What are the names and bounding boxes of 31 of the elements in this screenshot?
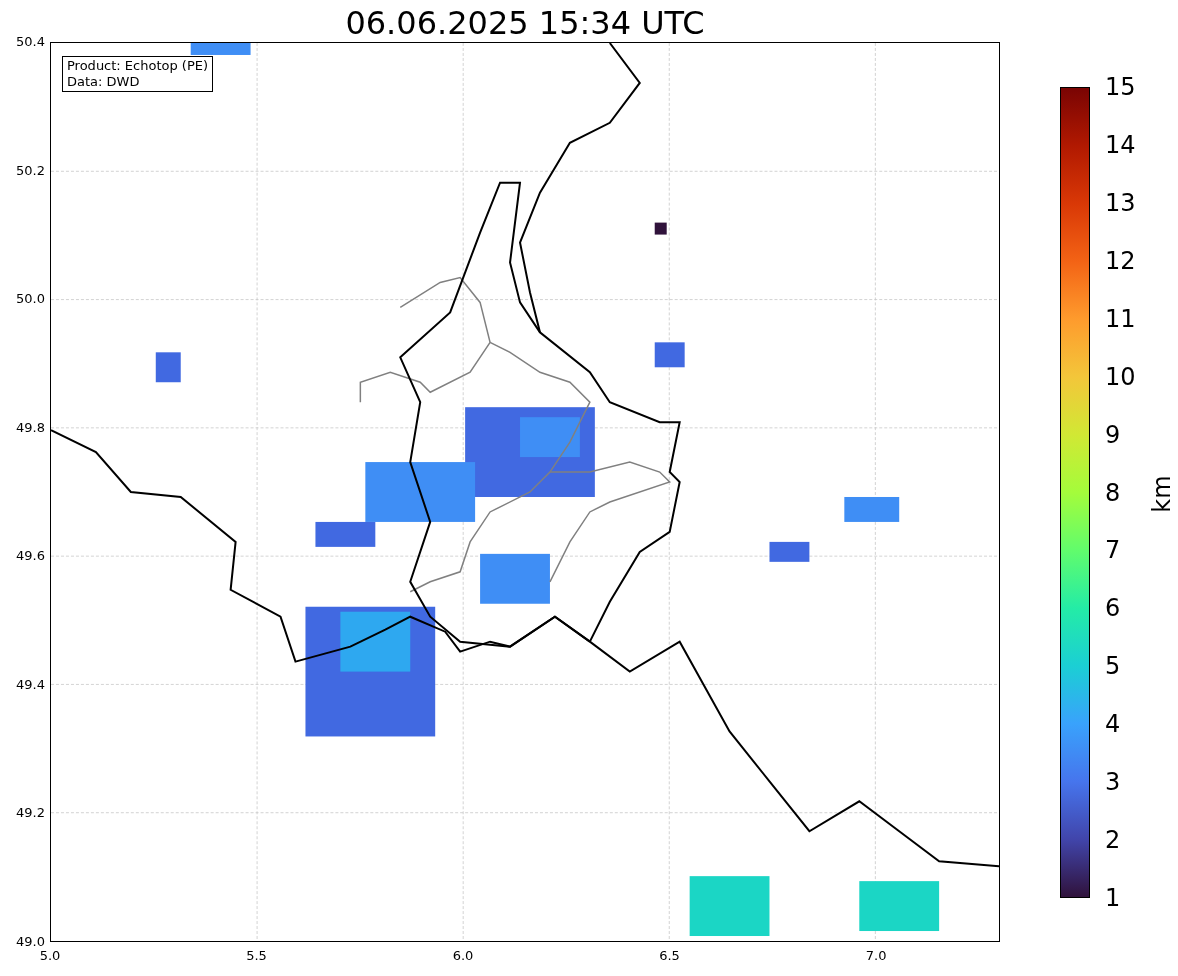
axis-tick-label: 7.0 (865, 948, 887, 964)
axis-tick-label: 50.4 (16, 34, 45, 50)
colorbar-tick-label: 14 (1105, 130, 1136, 159)
chart-title: 06.06.2025 15:34 UTC (345, 4, 705, 42)
colorbar-label: km (1147, 475, 1176, 513)
axis-tick-label: 49.8 (16, 419, 45, 436)
colorbar-tick-label: 7 (1105, 536, 1121, 565)
axis-tick-label: 6.5 (659, 948, 680, 964)
colorbar-tick-label: 4 (1105, 710, 1121, 739)
axis-tick-label: 50.2 (16, 162, 45, 179)
colorbar-tick-label: 8 (1105, 478, 1121, 507)
colorbar-tick-label: 6 (1105, 594, 1121, 623)
axis-tick-label: 49.6 (16, 548, 45, 565)
colorbar-tick-label: 9 (1105, 420, 1121, 449)
axis-tick-label: 49.2 (16, 805, 45, 822)
colorbar-tick-label: 1 (1105, 884, 1121, 912)
axis-tick-label: 49.4 (16, 676, 45, 693)
info-box: Product: Echotop (PE) Data: DWD (62, 56, 214, 92)
colorbar-tick-label: 3 (1105, 768, 1121, 797)
colorbar-tick-label: 12 (1105, 246, 1136, 275)
colorbar-tick-label: 15 (1105, 73, 1136, 101)
axis-tick-label: 6.0 (452, 948, 474, 964)
colorbar-tick-label: 10 (1105, 362, 1136, 391)
axis-tick-label: 50.0 (16, 291, 45, 308)
colorbar-tick-label: 2 (1105, 826, 1121, 855)
axis-tick-label: 5.0 (39, 948, 61, 964)
colorbar-tick-label: 13 (1105, 188, 1136, 217)
axis-tick-label: 49.0 (16, 934, 45, 950)
axis-tick-label: 5.5 (246, 948, 267, 964)
colorbar-tick-label: 5 (1105, 652, 1121, 681)
colorbar-tick-label: 11 (1105, 304, 1136, 333)
